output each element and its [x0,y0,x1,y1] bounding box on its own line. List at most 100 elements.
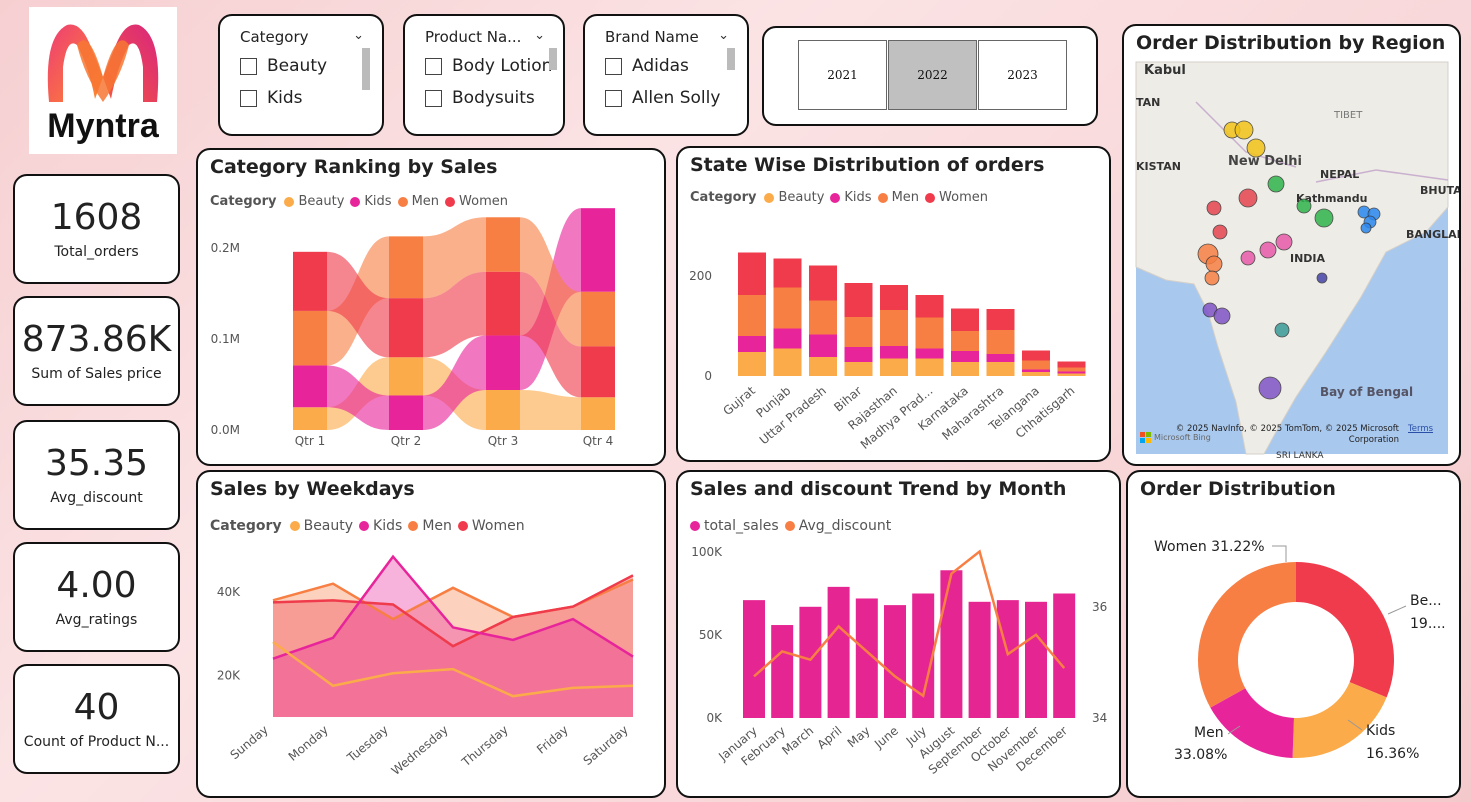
stacked-bar-chart: 0200GujratPunjabUttar Pradesh BiharRajast… [689,252,1086,452]
bar-segment-kids [581,208,615,292]
slicer-option-bodysuits[interactable]: Bodysuits [425,88,535,108]
map-label: INDIA [1290,252,1326,265]
chevron-down-icon[interactable]: ⌄ [534,28,545,43]
region-bubble [1258,376,1282,400]
bar-total-sales [1053,593,1076,718]
region-bubble [1267,175,1285,193]
kpi-total-orders: 1608 Total_orders [13,174,180,284]
bar-segment-women [915,295,944,318]
bar-total-sales [996,600,1019,718]
scrollbar[interactable] [549,48,557,70]
region-bubble [1316,272,1328,284]
bar-segment-beauty [844,362,873,376]
bar-segment-kids [915,348,944,359]
scrollbar[interactable] [362,48,370,90]
map-terms-link[interactable]: Terms [1408,424,1433,434]
year-button-2022[interactable]: 2022 [888,40,977,110]
x-tick-label: Qtr 4 [583,434,614,448]
slicer-option-allen-solly[interactable]: Allen Solly [605,88,720,108]
checkbox[interactable] [240,89,257,107]
area-chart: 20K 40K Sunday Monday TuesdayWednesday Thursd… [217,554,634,778]
brand-slicer[interactable]: Brand Name ⌄ Adidas Allen Solly [583,14,749,136]
bar-segment-men [1057,367,1086,372]
bar-segment-kids [951,351,979,362]
scrollbar[interactable] [727,48,735,70]
kpi-label: Count of Product N... [23,734,170,750]
x-tick-label: Qtr 1 [295,434,326,448]
slicer-title: Brand Name [605,28,699,46]
bar-segment-women [844,283,873,317]
map-label: TIBET [1333,110,1363,121]
state-distribution-card: State Wise Distribution of orders Catego… [676,146,1111,462]
map-label: NEPAL [1320,168,1359,181]
logo-text: Myntra [47,107,159,145]
region-map[interactable]: KabulTANKISTANTIBETNew DelhiNEPALKathman… [1124,26,1461,466]
leader-line [1272,545,1287,562]
bar-segment-men [773,287,802,329]
region-bubble [1314,208,1334,228]
logo-panel: Myntra [29,7,177,154]
bar-segment-beauty [486,390,520,430]
kpi-value: 1608 [50,197,143,238]
x-tick-label: May [845,724,873,751]
option-label: Bodysuits [452,88,535,108]
category-slicer[interactable]: Category ⌄ Beauty Kids [218,14,384,136]
donut-label-men: Men [1194,725,1224,741]
option-label: Kids [267,88,303,108]
region-bubble [1206,200,1222,216]
map-label: Kabul [1144,63,1186,78]
region-bubble [1205,255,1223,273]
region-bubble [1240,250,1256,266]
region-bubble [1296,198,1312,214]
option-label: Body Lotion [452,56,553,76]
kpi-label: Avg_ratings [55,612,138,628]
bar-total-sales [912,593,935,718]
category-ranking-card: Category Ranking by Sales Category Beaut… [196,148,666,466]
slicer-option-beauty[interactable]: Beauty [240,56,327,76]
bar-segment-men [951,331,979,351]
donut-label-women: Women 31.22% [1154,539,1265,555]
map-bing-label: Microsoft Bing [1140,432,1211,443]
slicer-title: Product Na... [425,28,522,46]
bar-total-sales [743,600,765,718]
bar-segment-kids [293,365,327,408]
donut-label-kids-pct: 16.36% [1366,746,1419,762]
y-tick-label: 0 [704,369,712,383]
bar-segment-women [738,252,766,295]
checkbox[interactable] [425,57,442,75]
year-button-2023[interactable]: 2023 [978,40,1067,110]
bar-segment-beauty [1022,372,1050,376]
region-bubble [1360,222,1372,234]
checkbox[interactable] [240,57,257,75]
chevron-down-icon[interactable]: ⌄ [718,28,729,43]
order-distribution-card: Order Distribution Women 31.22% Be... 19..… [1126,470,1461,798]
year-button-2021[interactable]: 2021 [798,40,887,110]
year-slicer[interactable]: 2021 2022 2023 [762,26,1098,126]
bar-total-sales [940,570,963,718]
chevron-down-icon[interactable]: ⌄ [353,28,364,43]
bar-segment-men [738,295,766,336]
checkbox[interactable] [605,89,622,107]
donut-chart: Women 31.22% Be... 19.... Kids 16.36% Men 33.0… [1154,539,1446,763]
region-bubble [1204,270,1220,286]
x-tick-label: Gujrat [720,383,758,418]
region-bubble [1259,241,1277,259]
bar-segment-kids [773,328,802,349]
x-tick-label: Qtr 2 [391,434,422,448]
bar-segment-beauty [915,358,944,376]
slicer-option-kids[interactable]: Kids [240,88,303,108]
checkbox[interactable] [425,89,442,107]
slicer-option-adidas[interactable]: Adidas [605,56,689,76]
slicer-option-body-lotion[interactable]: Body Lotion [425,56,552,76]
region-bubble [1234,120,1254,140]
region-bubble [1213,307,1231,325]
donut-label-beauty: Be... [1410,593,1442,609]
checkbox[interactable] [605,57,622,75]
bar-total-sales [968,601,991,718]
y-tick-label: 40K [217,585,241,599]
bar-segment-beauty [880,358,908,376]
bar-segment-men [1022,360,1050,370]
y-tick-label: 0.1M [211,332,240,346]
bar-segment-kids [809,334,837,357]
product-slicer[interactable]: Product Na... ⌄ Body Lotion Bodysuits [403,14,565,136]
